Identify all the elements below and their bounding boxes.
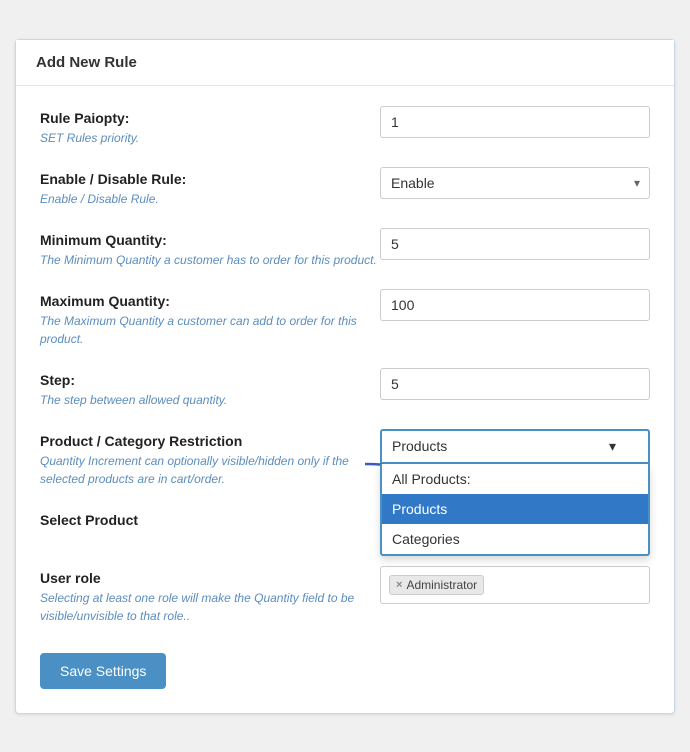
min-quantity-label: Minimum Quantity: [40,232,380,248]
select-product-label: Select Product [40,512,380,528]
save-settings-button[interactable]: Save Settings [40,653,166,689]
panel-title: Add New Rule [16,40,674,86]
enable-disable-hint: Enable / Disable Rule. [40,192,159,206]
save-section: Save Settings [40,645,650,689]
user-role-row: User role Selecting at least one role wi… [40,566,650,625]
product-category-restriction-dropdown[interactable]: Products ▾ All Products: Products Catego… [380,429,650,464]
max-quantity-label: Maximum Quantity: [40,293,380,309]
enable-disable-select[interactable]: Enable Disable [380,167,650,199]
max-quantity-label-col: Maximum Quantity: The Maximum Quantity a… [40,289,380,348]
step-label: Step: [40,372,380,388]
enable-disable-control: Enable Disable ▾ [380,167,650,199]
rule-priority-input[interactable] [380,106,650,138]
rule-priority-row: Rule Paiорty: SET Rules priority. [40,106,650,147]
user-role-control: × Administrator [380,566,650,604]
panel-body: Rule Paiорty: SET Rules priority. Enable… [16,86,674,713]
user-role-hint: Selecting at least one role will make th… [40,591,354,623]
product-category-restriction-control: Products ▾ All Products: Products Catego… [380,429,650,464]
max-quantity-control [380,289,650,321]
user-role-tags[interactable]: × Administrator [380,566,650,604]
product-category-restriction-hint: Quantity Increment can optionally visibl… [40,454,349,486]
min-quantity-label-col: Minimum Quantity: The Minimum Quantity a… [40,228,380,269]
enable-disable-select-wrapper: Enable Disable ▾ [380,167,650,199]
select-product-label-col: Select Product [40,508,380,531]
min-quantity-input[interactable] [380,228,650,260]
dropdown-option-products[interactable]: Products [382,494,648,524]
dropdown-option-all-products[interactable]: All Products: [382,464,648,494]
max-quantity-hint: The Maximum Quantity a customer can add … [40,314,357,346]
product-category-selected-value: Products [392,438,447,454]
dropdown-option-categories[interactable]: Categories [382,524,648,554]
min-quantity-row: Minimum Quantity: The Minimum Quantity a… [40,228,650,269]
min-quantity-control [380,228,650,260]
max-quantity-row: Maximum Quantity: The Maximum Quantity a… [40,289,650,348]
user-role-label-col: User role Selecting at least one role wi… [40,566,380,625]
enable-disable-row: Enable / Disable Rule: Enable / Disable … [40,167,650,208]
min-quantity-hint: The Minimum Quantity a customer has to o… [40,253,377,267]
tag-administrator: × Administrator [389,575,484,595]
enable-disable-label: Enable / Disable Rule: [40,171,380,187]
add-new-rule-panel: Add New Rule Rule Paiорty: SET Rules pri… [15,39,675,714]
rule-priority-hint: SET Rules priority. [40,131,139,145]
step-label-col: Step: The step between allowed quantity. [40,368,380,409]
max-quantity-input[interactable] [380,289,650,321]
product-category-restriction-display[interactable]: Products ▾ [380,429,650,464]
chevron-down-icon: ▾ [609,438,616,455]
product-category-restriction-label: Product / Category Restriction [40,433,380,449]
product-category-restriction-row: Product / Category Restriction Quantity … [40,429,650,488]
rule-priority-label-col: Rule Paiорty: SET Rules priority. [40,106,380,147]
product-category-restriction-list: All Products: Products Categories [380,464,650,556]
rule-priority-control [380,106,650,138]
step-row: Step: The step between allowed quantity. [40,368,650,409]
tag-administrator-label: Administrator [406,578,477,592]
step-control [380,368,650,400]
step-input[interactable] [380,368,650,400]
panel-title-text: Add New Rule [36,54,137,71]
step-hint: The step between allowed quantity. [40,393,227,407]
enable-disable-label-col: Enable / Disable Rule: Enable / Disable … [40,167,380,208]
tag-administrator-remove[interactable]: × [396,579,402,591]
user-role-label: User role [40,570,380,586]
rule-priority-label: Rule Paiорty: [40,110,380,126]
product-category-restriction-label-col: Product / Category Restriction Quantity … [40,429,380,488]
